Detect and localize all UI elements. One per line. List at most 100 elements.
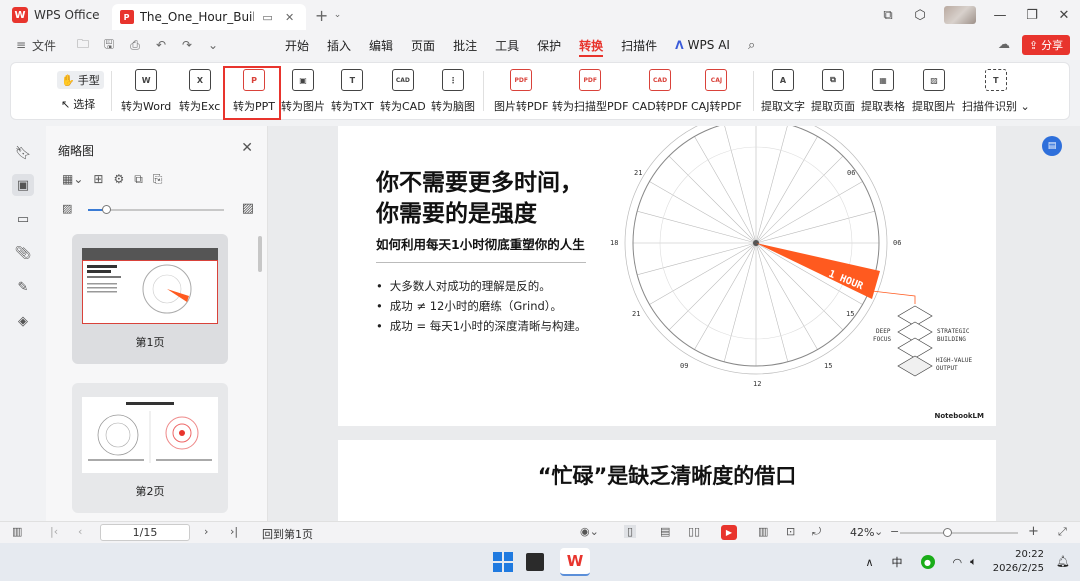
tab-scan[interactable]: 扫描件 [621,30,657,60]
back-to-first-link[interactable]: 回到第1页 [262,526,313,542]
windows-start-icon[interactable] [490,549,516,575]
tab-tools[interactable]: 工具 [495,30,519,60]
redo-icon[interactable]: ↷ [178,38,196,52]
cad-to-pdf-button[interactable]: CAD CAD转PDF [632,69,688,114]
tab-start[interactable]: 开始 [285,30,309,60]
zoom-in-icon[interactable]: + [1028,524,1039,539]
document-tab[interactable]: P The_One_Hour_Build.pdf ▭ ✕ [111,4,306,30]
image-to-pdf-button[interactable]: PDF 图片转PDF [494,69,548,114]
extract-page-button[interactable]: ⧉ 提取页面 [811,69,855,114]
search-icon[interactable]: ⌕ [748,30,755,60]
cloud-upload-icon[interactable]: ☁ [996,37,1012,53]
attachment-icon[interactable]: 📎︎ [12,242,34,264]
close-panel-icon[interactable]: ✕ [241,140,253,156]
notification-bell-icon[interactable]: 🔔︎ [1056,555,1070,568]
signature-icon[interactable]: ✎ [12,276,34,298]
task-view-icon[interactable] [526,553,544,571]
monitor-icon[interactable]: ▭ [260,9,276,25]
bookmark-icon[interactable]: 🔖︎ [12,142,34,164]
wifi-icon[interactable]: ◠ [953,556,963,569]
wps-home-tab[interactable]: W WPS Office [0,0,112,30]
layers-icon[interactable]: ◈ [12,310,34,332]
tab-list-chevron-icon[interactable]: ⌄ [330,7,346,23]
page-settings-icon[interactable]: ⚙ [113,172,124,187]
ime-indicator[interactable]: 中 [892,554,903,570]
zoom-out-icon[interactable]: − [890,525,899,538]
tab-protect[interactable]: 保护 [537,30,561,60]
select-tool-button[interactable]: ↖ 选择 [57,95,99,113]
tab-page[interactable]: 页面 [411,30,435,60]
play-slideshow-icon[interactable]: ▶ [721,525,737,540]
close-tab-icon[interactable]: ✕ [282,9,298,25]
rotate-icon[interactable]: ⤾ [812,525,821,539]
quick-access-chevron-icon[interactable]: ⌄ [204,38,222,52]
hand-tool-button[interactable]: ✋ 手型 [57,71,104,89]
thumbnail-size-slider[interactable]: ▨ ▨ [60,201,256,218]
insert-page-icon[interactable]: ⊞ [93,172,103,187]
maximize-icon[interactable]: ❐ [1016,8,1048,23]
zoom-level[interactable]: 42% [850,526,874,539]
fit-page-icon[interactable]: ⊡ [786,525,795,538]
volume-icon[interactable]: 🔈︎ [970,555,977,569]
window-layout-icon[interactable]: ⧉ [872,8,904,23]
last-page-icon[interactable]: ›| [230,525,238,538]
first-page-icon[interactable]: |‹ [50,525,58,538]
open-folder-icon[interactable]: 🗀 [74,35,92,56]
extract-text-button[interactable]: A 提取文字 [761,69,805,114]
wechat-icon[interactable]: ● [920,555,935,569]
thumbnail-page-1[interactable]: 第1页 [72,234,228,364]
to-scanned-pdf-button[interactable]: PDF 转为扫描型PDF [552,69,628,114]
cube-icon[interactable]: ⬡ [904,8,936,23]
share-button[interactable]: ⇪ 分享 [1022,35,1070,55]
zoom-chevron-icon[interactable]: ⌄ [874,525,883,538]
tab-wps-ai[interactable]: ᐱ WPS AI [675,30,730,60]
minimize-icon[interactable]: — [984,8,1016,23]
prev-page-icon[interactable]: ‹ [78,525,82,538]
to-excel-button[interactable]: X 转为Excel [179,69,221,114]
page-number-input[interactable]: 1/15 [100,524,190,541]
tab-annotate[interactable]: 批注 [453,30,477,60]
save-icon[interactable]: 🖫 [100,35,118,56]
to-mindmap-button[interactable]: ⋮ 转为脑图 [431,69,475,114]
zoom-slider-track[interactable] [900,532,1018,534]
wps-taskbar-icon[interactable]: W [560,548,590,576]
tab-edit[interactable]: 编辑 [369,30,393,60]
reading-mode-icon[interactable]: ▥ [758,525,768,538]
to-word-button[interactable]: W 转为Word [121,69,171,114]
to-image-button[interactable]: ▣ 转为图片 [281,69,325,114]
thumbnail-icon[interactable]: ▣ [12,174,34,196]
zoom-slider-knob[interactable] [943,528,952,537]
toggle-sidebar-icon[interactable]: ▥ [12,525,22,538]
tray-chevron-icon[interactable]: ∧ [865,556,873,569]
scan-recognition-button[interactable]: T 扫描件识别 ⌄ [962,69,1030,114]
next-page-icon[interactable]: › [204,525,208,538]
document-view[interactable]: 你不需要更多时间， 你需要的是强度 如何利用每天1小时彻底重塑你的人生 大多数人… [268,126,1080,521]
close-window-icon[interactable]: ✕ [1048,8,1080,23]
replace-page-icon[interactable]: ⎘ [153,172,163,187]
extract-image-button[interactable]: ▨ 提取图片 [912,69,956,114]
comment-icon[interactable]: ▭ [12,208,34,230]
slider-knob[interactable] [102,205,111,214]
tab-insert[interactable]: 插入 [327,30,351,60]
panel-scrollbar[interactable] [258,236,262,272]
hamburger-icon[interactable]: ≡ [12,38,30,52]
tab-convert[interactable]: 转换 [579,30,604,60]
copy-page-icon[interactable]: ⧉ [134,172,143,187]
file-menu[interactable]: 文件 [32,37,56,54]
print-icon[interactable]: ⎙ [126,38,144,53]
avatar[interactable] [944,6,976,24]
two-page-icon[interactable]: ▯▯ [688,525,700,538]
to-txt-button[interactable]: T 转为TXT [331,69,374,114]
new-tab-icon[interactable]: + [314,6,330,25]
grid-view-icon[interactable]: ▦⌄ [62,172,83,187]
floating-assistant-icon[interactable]: ▤ [1042,136,1062,156]
to-cad-button[interactable]: CAD 转为CAD [380,69,426,114]
fullscreen-icon[interactable]: ⤢ [1058,525,1067,539]
single-page-icon[interactable]: ▯ [624,525,637,538]
extract-table-button[interactable]: ▦ 提取表格 [861,69,905,114]
thumbnail-page-2[interactable]: 第2页 [72,383,228,513]
continuous-page-icon[interactable]: ▤ [660,525,670,538]
eye-mode-icon[interactable]: ◉⌄ [580,525,599,538]
undo-icon[interactable]: ↶ [152,38,170,52]
caj-to-pdf-button[interactable]: CAJ CAJ转PDF [691,69,742,114]
